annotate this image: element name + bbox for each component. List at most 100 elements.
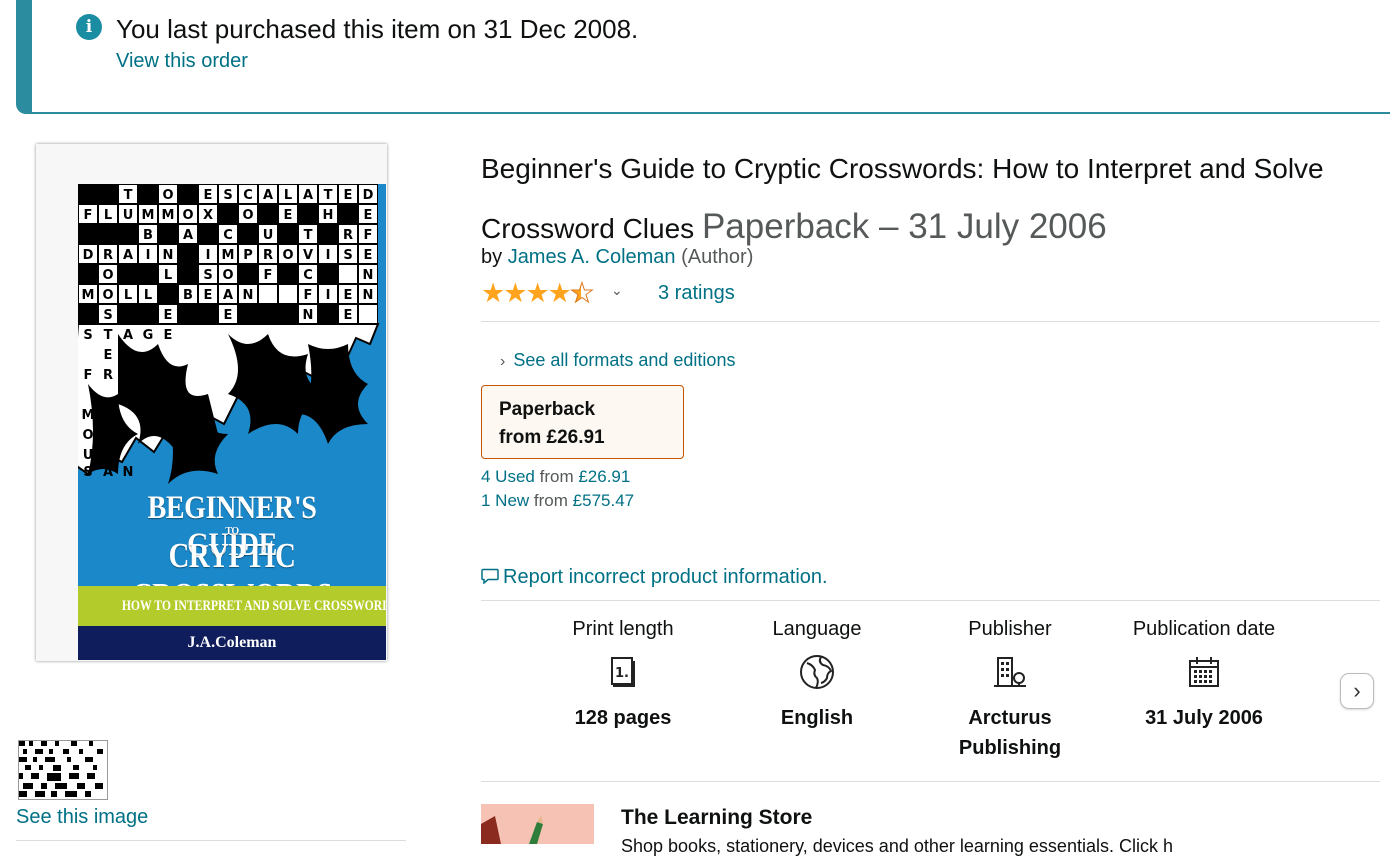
svg-text:R: R [263,248,273,263]
svg-text:I: I [206,248,211,263]
svg-text:A: A [103,465,113,480]
new-offer: 1 New from £575.47 [481,491,634,511]
svg-text:R: R [103,368,113,383]
svg-text:E: E [224,308,233,323]
store-promo-image[interactable] [481,804,594,844]
report-label: Report incorrect product information. [503,566,828,588]
used-offer-link[interactable]: 4 Used [481,467,535,486]
info-icon: i [76,14,102,40]
svg-text:T: T [324,188,333,203]
svg-text:F: F [264,268,273,283]
svg-text:N: N [123,465,134,480]
see-all-formats-link[interactable]: › See all formats and editions [500,350,735,371]
svg-text:F: F [84,368,93,383]
detail-label: Publisher [968,618,1052,640]
author-role: (Author) [681,246,754,268]
svg-text:S: S [203,268,212,283]
crossword-grid-illustration: TOESCALATED FLUMMOXOEHE BACUTRF DRAINIMP… [78,184,380,484]
svg-text:N: N [243,288,254,303]
svg-text:B: B [143,228,153,243]
svg-text:G: G [143,328,154,343]
chevron-down-icon[interactable]: ⌄ [611,282,623,299]
divider [16,840,406,841]
detail-value: 128 pages [574,707,672,729]
chevron-right-icon: › [1353,678,1361,703]
svg-text:X: X [203,208,213,223]
divider [481,321,1380,322]
svg-text:O: O [162,188,173,203]
svg-text:E: E [344,188,353,203]
offer-from: from [533,491,568,510]
divider [481,600,1380,601]
detail-value: Arcturus Publishing [958,707,1062,759]
cover-author: J.A.Coleman [78,626,386,660]
svg-text:O: O [222,268,233,283]
see-this-image-link[interactable]: See this image [16,806,148,829]
new-offer-link[interactable]: 1 New [481,491,529,510]
svg-text:U: U [263,228,274,243]
svg-text:M: M [162,208,175,223]
format-name: Paperback [499,399,596,420]
svg-text:I: I [326,288,331,303]
detail-label: Language [772,618,862,640]
carousel-next-button[interactable]: › [1340,673,1374,709]
svg-text:O: O [102,268,113,283]
store-subtitle: Shop books, stationery, devices and othe… [621,836,1173,856]
book-cover-image[interactable]: TOESCALATED FLUMMOXOEHE BACUTRF DRAINIMP… [36,144,387,661]
svg-text:D: D [363,188,374,203]
format-option-paperback[interactable]: Paperback from £26.91 [481,385,684,459]
svg-text:C: C [303,268,313,283]
star-icon: ★ [503,278,527,308]
svg-text:A: A [223,288,233,303]
svg-text:N: N [163,248,174,263]
svg-text:S: S [103,308,112,323]
star-icon: ★ [547,278,572,308]
star-icon: ★ [525,278,549,308]
format-price: from £26.91 [499,427,605,448]
svg-text:S: S [83,465,92,480]
svg-text:E: E [204,288,213,303]
detail-print-length: Print length 1. 128 pages [528,618,718,733]
calendar-icon [1189,657,1219,687]
svg-text:T: T [304,228,313,243]
cover-art: TOESCALATED FLUMMOXOEHE BACUTRF DRAINIMP… [78,184,386,660]
svg-text:M: M [82,288,95,303]
globe-icon [800,655,834,689]
svg-text:E: E [164,328,173,343]
product-format-date: Paperback – 31 July 2006 [701,207,1107,246]
report-incorrect-info-link[interactable]: Report incorrect product information. [481,566,828,589]
svg-text:S: S [343,248,352,263]
svg-text:R: R [103,248,113,263]
view-order-link[interactable]: View this order [116,50,248,73]
svg-text:I: I [146,248,151,263]
detail-value: English [780,707,854,729]
comment-icon [481,568,499,585]
detail-publication-date: Publication date 31 July 2006 [1109,618,1299,733]
detail-language: Language English [722,618,912,733]
new-offer-price[interactable]: £575.47 [573,491,634,510]
ratings-count-link[interactable]: 3 ratings [658,282,735,305]
image-thumbnail[interactable] [18,740,108,800]
svg-text:E: E [364,248,373,263]
svg-text:E: E [364,208,373,223]
svg-text:S: S [83,328,92,343]
building-icon [994,657,1026,687]
svg-text:N: N [363,288,374,303]
author-link[interactable]: James A. Coleman [508,246,676,268]
cover-subtitle: HOW TO INTERPRET AND SOLVE CROSSWORD CLU… [121,598,386,614]
detail-publisher: Publisher Arcturus Publishing [915,618,1105,763]
used-offer-price[interactable]: £26.91 [578,467,630,486]
svg-text:I: I [326,248,331,263]
byline-prefix: by [481,246,503,268]
pencil-illustration [481,804,594,844]
svg-text:F: F [304,288,313,303]
half-star-icon: ★ [569,278,594,309]
svg-text:C: C [223,228,233,243]
svg-text:P: P [243,248,253,263]
star-icon: ★ [481,278,505,308]
detail-label: Print length [572,618,674,640]
star-rating[interactable]: ★★★★★ [481,278,595,309]
svg-text:M: M [222,248,235,263]
svg-text:L: L [104,208,112,223]
svg-text:E: E [344,308,353,323]
